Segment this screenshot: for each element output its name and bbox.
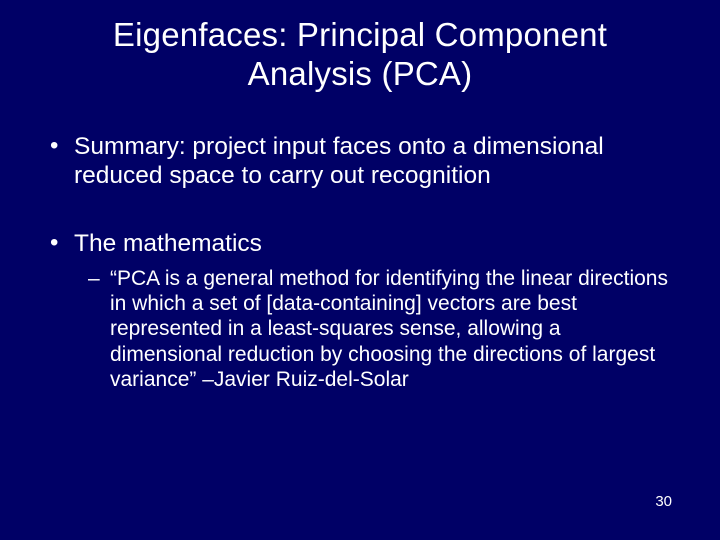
title-line-2: Analysis (PCA): [248, 55, 473, 92]
bullet-text: Summary: project input faces onto a dime…: [74, 133, 604, 189]
bullet-item: Summary: project input faces onto a dime…: [46, 132, 674, 191]
sub-bullet-item: “PCA is a general method for identifying…: [88, 266, 674, 392]
bullet-item: The mathematics “PCA is a general method…: [46, 229, 674, 392]
title-line-1: Eigenfaces: Principal Component: [113, 16, 607, 53]
slide: Eigenfaces: Principal Component Analysis…: [0, 0, 720, 540]
sub-bullet-text: “PCA is a general method for identifying…: [110, 267, 668, 391]
sub-bullet-list: “PCA is a general method for identifying…: [74, 266, 674, 392]
slide-title: Eigenfaces: Principal Component Analysis…: [0, 0, 720, 94]
page-number: 30: [655, 493, 672, 510]
bullet-text: The mathematics: [74, 230, 262, 257]
slide-body: Summary: project input faces onto a dime…: [0, 94, 720, 392]
bullet-list: Summary: project input faces onto a dime…: [46, 132, 674, 392]
